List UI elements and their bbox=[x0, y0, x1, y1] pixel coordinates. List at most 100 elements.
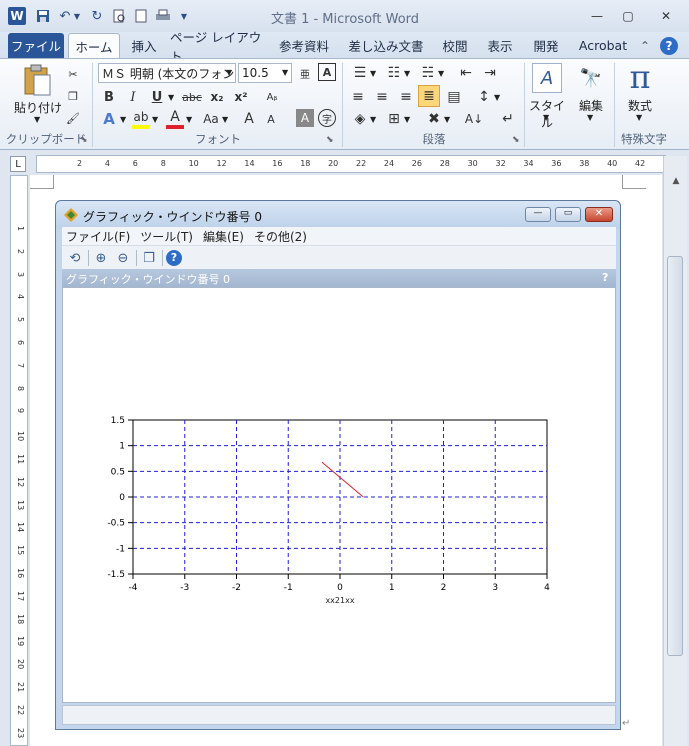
phonetic-guide-icon[interactable]: 亜 bbox=[296, 63, 314, 83]
editing-label[interactable]: 編集 bbox=[572, 97, 610, 114]
tab-selector[interactable]: L bbox=[10, 156, 26, 172]
subscript-button[interactable]: x₂ bbox=[206, 87, 228, 107]
asian-layout-dropdown-icon[interactable]: ▼ bbox=[444, 115, 450, 124]
text-effects-dropdown-icon[interactable]: ▼ bbox=[120, 115, 126, 124]
shading-icon[interactable]: ◈ bbox=[350, 109, 370, 129]
graphic-help-mark[interactable]: ? bbox=[602, 271, 608, 284]
font-color-icon[interactable]: A bbox=[166, 109, 184, 129]
paste-label[interactable]: 貼り付け bbox=[14, 99, 62, 116]
scroll-thumb[interactable] bbox=[667, 256, 683, 656]
superscript-button[interactable]: x² bbox=[230, 87, 252, 107]
highlight-color-icon[interactable]: ab bbox=[132, 109, 150, 129]
sort-icon[interactable]: A↓ bbox=[464, 109, 484, 129]
increase-indent-icon[interactable]: ⇥ bbox=[480, 63, 500, 83]
menu-tools[interactable]: ツール(T) bbox=[140, 228, 193, 245]
clipboard-launcher-icon[interactable]: ⬊ bbox=[80, 135, 90, 145]
minimize-button[interactable]: — bbox=[583, 6, 611, 26]
minimize-ribbon-icon[interactable]: ⌃ bbox=[640, 39, 650, 53]
character-shading-button[interactable]: A bbox=[296, 109, 314, 127]
zoom-out-icon[interactable]: ⊖ bbox=[114, 249, 132, 267]
font-name-dropdown-icon[interactable]: ▼ bbox=[226, 68, 232, 77]
rotate-icon[interactable]: ⟲ bbox=[66, 249, 84, 267]
undo-dropdown-icon[interactable]: ▼ bbox=[72, 7, 82, 25]
line-spacing-icon[interactable]: ↕ bbox=[474, 87, 494, 107]
borders-icon[interactable]: ⊞ bbox=[384, 109, 404, 129]
graphic-close-button[interactable]: ✕ bbox=[585, 207, 613, 222]
font-launcher-icon[interactable]: ⬊ bbox=[326, 135, 336, 145]
equation-label[interactable]: 数式 bbox=[620, 97, 660, 114]
italic-button[interactable]: I bbox=[124, 87, 142, 107]
print-preview-icon[interactable] bbox=[110, 7, 128, 25]
horizontal-ruler[interactable]: 2 4 6 8 10 12 14 16 18 20 22 24 26 28 30 32 34 36 38 40 42 bbox=[36, 155, 666, 173]
paste-icon[interactable] bbox=[20, 63, 54, 97]
styles-icon[interactable]: A bbox=[532, 63, 562, 93]
equation-dropdown-icon[interactable]: ▼ bbox=[636, 113, 642, 122]
save-icon[interactable] bbox=[34, 7, 52, 25]
menu-edit[interactable]: 編集(E) bbox=[203, 228, 244, 245]
cut-icon[interactable]: ✂ bbox=[64, 65, 82, 83]
scroll-up-icon[interactable]: ▲ bbox=[668, 176, 684, 192]
text-effects-icon[interactable]: A bbox=[100, 109, 118, 129]
shading-dropdown-icon[interactable]: ▼ bbox=[370, 115, 376, 124]
justify-icon[interactable]: ≣ bbox=[418, 85, 440, 107]
align-left-icon[interactable]: ≡ bbox=[348, 87, 368, 107]
help-icon[interactable]: ? bbox=[660, 37, 678, 55]
vertical-ruler[interactable]: 1 2 3 4 5 6 7 8 9 10 11 12 13 14 15 16 17 18 19 20 21 22 23 bbox=[10, 175, 28, 746]
close-button[interactable]: ✕ bbox=[652, 6, 680, 26]
bullets-dropdown-icon[interactable]: ▼ bbox=[370, 69, 376, 78]
font-color-dropdown-icon[interactable]: ▼ bbox=[186, 115, 192, 124]
change-case-dropdown-icon[interactable]: ▼ bbox=[222, 115, 228, 124]
line-spacing-dropdown-icon[interactable]: ▼ bbox=[494, 93, 500, 102]
print-icon[interactable] bbox=[154, 7, 172, 25]
numbering-dropdown-icon[interactable]: ▼ bbox=[404, 69, 410, 78]
change-case-button[interactable]: Aa bbox=[200, 109, 222, 129]
tab-page-layout[interactable]: ページ レイアウト bbox=[170, 30, 266, 64]
underline-dropdown-icon[interactable]: ▼ bbox=[168, 93, 174, 102]
editing-icon[interactable]: 🔭 bbox=[576, 63, 606, 93]
redo-icon[interactable]: ↻ bbox=[88, 7, 106, 25]
equation-icon[interactable]: π bbox=[622, 58, 658, 96]
font-size-dropdown-icon[interactable]: ▼ bbox=[282, 68, 288, 77]
character-border-icon[interactable]: A bbox=[318, 63, 336, 81]
multilevel-list-icon[interactable]: ☵ bbox=[418, 63, 438, 83]
align-center-icon[interactable]: ≡ bbox=[372, 87, 392, 107]
tab-references[interactable]: 参考資料 bbox=[272, 33, 336, 58]
show-marks-icon[interactable]: ↵ bbox=[498, 109, 518, 129]
multilevel-dropdown-icon[interactable]: ▼ bbox=[438, 69, 444, 78]
tab-mailings[interactable]: 差し込み文書 bbox=[342, 33, 430, 58]
copy-icon[interactable]: ❐ bbox=[64, 87, 82, 105]
paragraph-launcher-icon[interactable]: ⬊ bbox=[512, 135, 522, 145]
distributed-icon[interactable]: ▤ bbox=[444, 87, 464, 107]
shrink-font-button[interactable]: A bbox=[262, 109, 280, 129]
asian-layout-icon[interactable]: ✖ bbox=[424, 109, 444, 129]
graphic-maximize-button[interactable]: ▭ bbox=[555, 207, 581, 222]
maximize-button[interactable]: ▢ bbox=[614, 6, 642, 26]
vertical-scrollbar[interactable]: ▲ bbox=[663, 156, 687, 746]
graphic-canvas[interactable]: -4 -3 -2 -1 0 1 2 3 4 1.5 1 0.5 0 -0.5 -1 -1.5 xx21xx bbox=[62, 287, 616, 703]
help-icon[interactable]: ? bbox=[166, 250, 182, 266]
customize-dropdown-icon[interactable]: ▼ bbox=[178, 7, 190, 25]
strikethrough-button[interactable]: abc bbox=[180, 87, 204, 107]
font-name-combo[interactable]: ＭＳ 明朝 (本文のフォン bbox=[98, 63, 236, 83]
menu-file[interactable]: ファイル(F) bbox=[66, 228, 130, 245]
editing-dropdown-icon[interactable]: ▼ bbox=[587, 113, 593, 122]
styles-dropdown-icon[interactable]: ▼ bbox=[543, 113, 549, 122]
menu-other[interactable]: その他(2) bbox=[254, 228, 307, 245]
tab-file[interactable]: ファイル bbox=[8, 33, 64, 58]
tab-acrobat[interactable]: Acrobat bbox=[572, 33, 634, 58]
underline-button[interactable]: U bbox=[148, 87, 166, 107]
windows-icon[interactable]: ❐ bbox=[140, 249, 158, 267]
word-app-icon[interactable]: W bbox=[8, 7, 26, 25]
bullets-icon[interactable]: ☰ bbox=[350, 63, 370, 83]
graphic-window-titlebar[interactable]: グラフィック・ウインドウ番号 0 — ▭ ✕ bbox=[56, 201, 620, 229]
tab-insert[interactable]: 挿入 bbox=[124, 33, 164, 58]
tab-review[interactable]: 校閲 bbox=[436, 33, 474, 58]
grow-font-button[interactable]: A bbox=[240, 109, 258, 129]
decrease-indent-icon[interactable]: ⇤ bbox=[456, 63, 476, 83]
paste-dropdown-icon[interactable]: ▼ bbox=[34, 115, 40, 124]
tab-developer[interactable]: 開発 bbox=[526, 33, 566, 58]
graphic-window[interactable]: グラフィック・ウインドウ番号 0 — ▭ ✕ ファイル(F) ツール(T) 編集… bbox=[55, 200, 621, 730]
tab-home[interactable]: ホーム bbox=[68, 33, 120, 58]
new-document-icon[interactable] bbox=[132, 7, 150, 25]
bold-button[interactable]: B bbox=[100, 87, 118, 107]
